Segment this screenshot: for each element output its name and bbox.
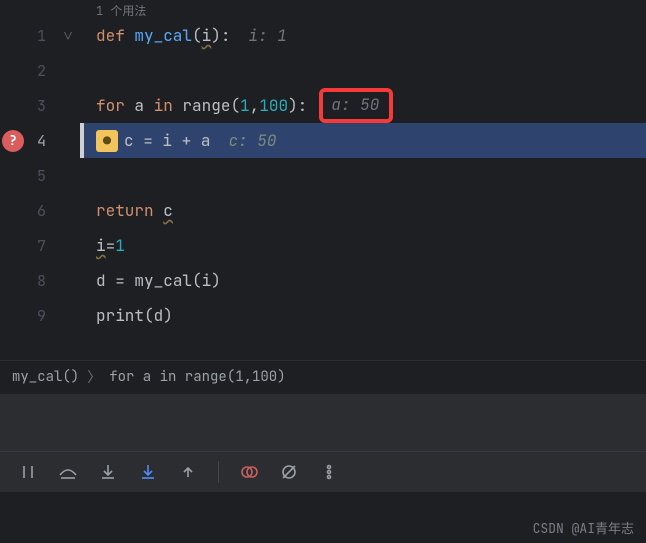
line-number[interactable]: 6	[0, 201, 56, 221]
line-number[interactable]: 8	[0, 271, 56, 291]
code-content[interactable]: i=1	[96, 235, 125, 256]
line-number[interactable]: 4	[0, 131, 56, 151]
step-into-my-icon[interactable]	[136, 460, 160, 484]
line-number[interactable]: 5	[0, 166, 56, 186]
code-line[interactable]: 9 print(d)	[0, 298, 646, 333]
chevron-down-icon[interactable]: ˅	[63, 25, 72, 46]
code-content[interactable]: c = i + ac: 50	[96, 130, 276, 151]
code-line[interactable]: 1 ˅ def my_cal(i):i: 1	[0, 18, 646, 53]
debug-toolbar	[0, 451, 646, 492]
line-number[interactable]: 3	[0, 96, 56, 116]
crumb-fn[interactable]: my_cal()	[12, 368, 79, 386]
code-content[interactable]: d = my_cal(i)	[96, 270, 221, 291]
code-content[interactable]: def my_cal(i):i: 1	[96, 25, 287, 46]
divider	[218, 461, 219, 483]
line-number[interactable]: 2	[0, 61, 56, 81]
more-icon[interactable]	[317, 460, 341, 484]
code-line[interactable]: 3 for a in range(1,100):a: 50	[0, 88, 646, 123]
chevron-right-icon: 〉	[87, 367, 101, 387]
crumb-loop[interactable]: for a in range(1,100)	[109, 368, 285, 386]
line-number[interactable]: 9	[0, 306, 56, 326]
watermark: CSDN @AI青年志	[533, 518, 634, 537]
code-line[interactable]: 8 d = my_cal(i)	[0, 263, 646, 298]
step-out-icon[interactable]	[176, 460, 200, 484]
code-editor[interactable]: 1 个用法 1 ˅ def my_cal(i):i: 1 2 3 for a in ra…	[0, 0, 646, 360]
breadcrumb[interactable]: my_cal() 〉 for a in range(1,100)	[0, 360, 646, 393]
code-content[interactable]: print(d)	[96, 305, 173, 326]
inline-value-hint: i: 1	[248, 25, 286, 46]
code-line[interactable]: 6 return c	[0, 193, 646, 228]
line-number[interactable]: 1	[0, 26, 56, 46]
code-line[interactable]: 5	[0, 158, 646, 193]
line-number[interactable]: 7	[0, 236, 56, 256]
usages-hint[interactable]: 1 个用法	[96, 2, 146, 19]
value-highlight-box: a: 50	[319, 88, 393, 123]
code-content[interactable]: for a in range(1,100):a: 50	[96, 88, 393, 123]
fold-gutter[interactable]: ˅	[56, 25, 80, 46]
evaluate-icon[interactable]	[237, 460, 261, 484]
debug-panel[interactable]	[0, 393, 646, 451]
code-line[interactable]: 2	[0, 53, 646, 88]
step-into-icon[interactable]	[96, 460, 120, 484]
code-line[interactable]: 7 i=1	[0, 228, 646, 263]
code-line[interactable]: ?●4 c = i + ac: 50	[0, 123, 646, 158]
mute-bp-icon[interactable]	[277, 460, 301, 484]
inline-value-hint: c: 50	[228, 130, 276, 151]
code-content[interactable]: return c	[96, 200, 173, 221]
pause-icon[interactable]	[16, 460, 40, 484]
step-over-icon[interactable]	[56, 460, 80, 484]
lightbulb-icon[interactable]: ●	[96, 130, 118, 152]
